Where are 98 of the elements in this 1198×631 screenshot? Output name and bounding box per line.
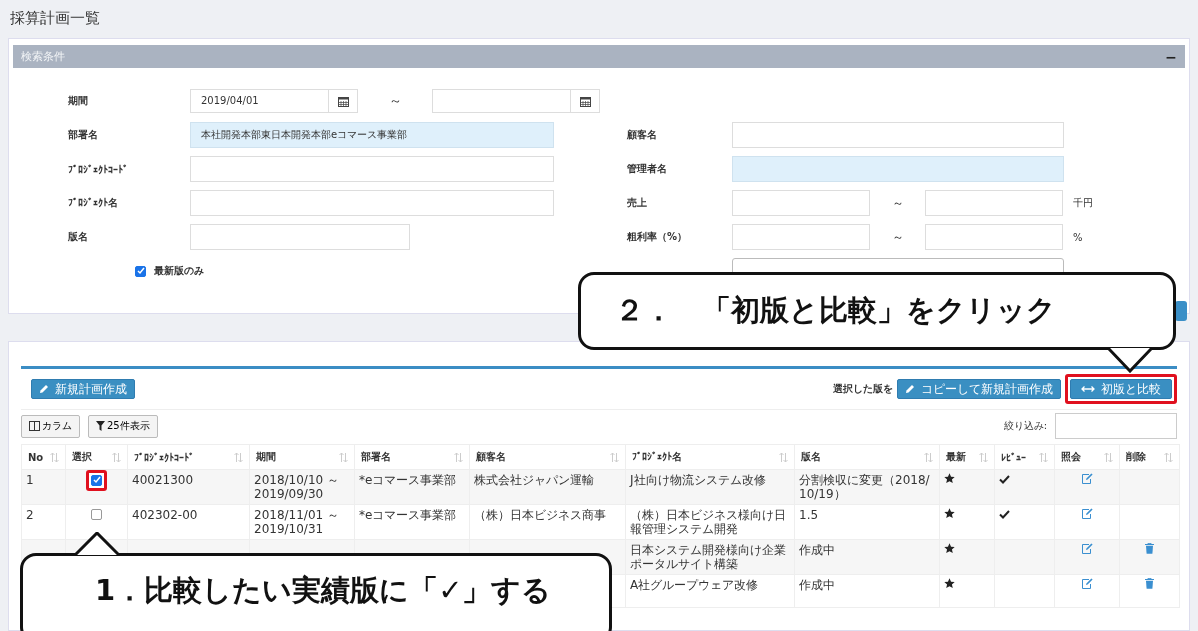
checkbox-label[interactable]: 最新版のみ [154,264,204,278]
sort-icon[interactable] [1164,452,1173,462]
unit-label: % [1072,231,1083,243]
edit-icon[interactable] [1081,578,1093,589]
callout-text: ２． 「初版と比較」をクリック [615,292,1056,329]
sort-icon[interactable] [1039,452,1048,462]
date-field[interactable] [432,89,600,113]
pencil-icon [39,384,49,394]
selected-version-label: 選択した版を [833,382,893,396]
filter-field[interactable] [1055,413,1177,439]
sort-icon[interactable] [454,452,463,462]
table-cell: 分割検収に変更（2018/10/19） [799,473,930,501]
column-header[interactable]: 選択 [72,450,92,464]
input-field[interactable] [732,190,870,216]
table-cell: 2018/10/10 ～ 2019/09/30 [254,473,339,501]
date-field[interactable]: 2019/04/01 [190,89,358,113]
trash-icon[interactable] [1145,543,1154,554]
columns-button[interactable]: カラム [21,414,80,438]
input-field[interactable] [190,156,554,182]
row-checkbox[interactable] [91,509,102,520]
checkbox[interactable] [135,265,146,277]
table-cell: 1 [26,473,34,487]
input-field[interactable] [732,122,1064,148]
column-header[interactable]: 削除 [1126,450,1146,464]
column-header[interactable]: 版名 [801,450,821,464]
table-cell: 作成中 [799,543,835,557]
table-cell: 作成中 [799,578,835,592]
table-cell: （株）日本ビジネス商事 [474,508,606,522]
table-cell: A社グループウェア改修 [630,578,759,592]
range-separator: ～ [387,92,403,110]
input-field[interactable] [190,224,410,250]
sort-icon[interactable] [234,452,243,462]
table-cell: J社向け物流システム改修 [630,473,766,487]
field-label: ﾌﾟﾛｼﾞｪｸﾄｺｰﾄﾞ [67,163,129,175]
edit-icon[interactable] [1081,543,1093,554]
input-field[interactable] [732,224,870,250]
column-header[interactable]: ﾌﾟﾛｼﾞｪｸﾄ名 [632,450,682,464]
trash-icon[interactable] [1145,578,1154,589]
input-field[interactable]: 本社開発本部東日本開発本部eコマース事業部 [190,122,554,148]
input-field[interactable] [190,190,554,216]
sort-icon[interactable] [610,452,619,462]
input-field[interactable] [925,190,1063,216]
input-field[interactable] [925,224,1063,250]
sort-icon[interactable] [50,452,59,462]
sort-icon[interactable] [979,452,988,462]
table-cell: 402302-00 [132,508,198,522]
unit-label: 千円 [1072,196,1093,210]
table-cell: 日本システム開発様向け企業ポータルサイト構築 [630,543,786,571]
range-separator: ～ [890,194,905,212]
table-cell: 1.5 [799,508,819,522]
new-plan-button[interactable]: 新規計画作成 [31,379,135,399]
columns-icon [29,421,40,431]
field-label: 期間 [67,94,89,108]
column-header[interactable]: 期間 [256,450,276,464]
sort-icon[interactable] [1104,452,1113,462]
field-label: ﾌﾟﾛｼﾞｪｸﾄ名 [67,196,119,210]
table-cell: 2018/11/01 ～ 2019/10/31 [254,508,339,536]
input-field[interactable] [732,156,1064,182]
page-title: 採算計画一覧 [9,8,101,29]
compare-first-version-button[interactable]: 初版と比較 [1070,379,1172,399]
table-cell: *eコマース事業部 [359,473,457,487]
field-label: 管理者名 [626,162,668,176]
page-size-button[interactable]: 25件表示 [88,414,158,438]
edit-icon[interactable] [1081,473,1093,484]
field-label: 版名 [67,230,89,244]
table-cell: （株）日本ビジネス様向け日報管理システム開発 [630,508,786,536]
sort-icon[interactable] [339,452,348,462]
table-cell: 2 [26,508,34,522]
left-right-arrow-icon [1081,385,1095,393]
field-label: 粗利率（%） [626,230,689,244]
calendar-icon [579,95,591,107]
calendar-icon [337,95,349,107]
column-header[interactable]: 最新 [946,450,966,464]
range-separator: ～ [890,228,905,246]
table-cell: 株式会社ジャパン運輸 [474,473,594,487]
column-header[interactable]: 顧客名 [476,450,506,464]
filter-icon [96,421,105,431]
sort-icon[interactable] [779,452,788,462]
table-cell: 40021300 [132,473,194,487]
callout-text: 1．比較したい実績版に「✓」する [95,572,552,609]
sort-icon[interactable] [112,452,121,462]
filter-label: 絞り込み: [1003,419,1047,433]
column-header[interactable]: 部署名 [361,450,391,464]
collapse-button[interactable]: − [1165,48,1177,65]
field-value: 2019/04/01 [200,94,260,108]
panel-title: 検索条件 [21,49,65,64]
row-checkbox[interactable] [91,474,102,486]
edit-icon[interactable] [1081,508,1093,519]
column-header[interactable]: No [28,451,44,463]
sort-icon[interactable] [924,452,933,462]
pencil-icon [905,384,915,394]
field-label: 部署名 [67,128,99,142]
column-header[interactable]: 照会 [1061,450,1081,464]
field-label: 顧客名 [626,128,658,142]
table-cell: *eコマース事業部 [359,508,457,522]
field-label: 売上 [626,196,648,210]
column-header[interactable]: ﾚﾋﾞｭｰ [1001,451,1026,463]
copy-new-plan-button[interactable]: コピーして新規計画作成 [897,379,1061,399]
